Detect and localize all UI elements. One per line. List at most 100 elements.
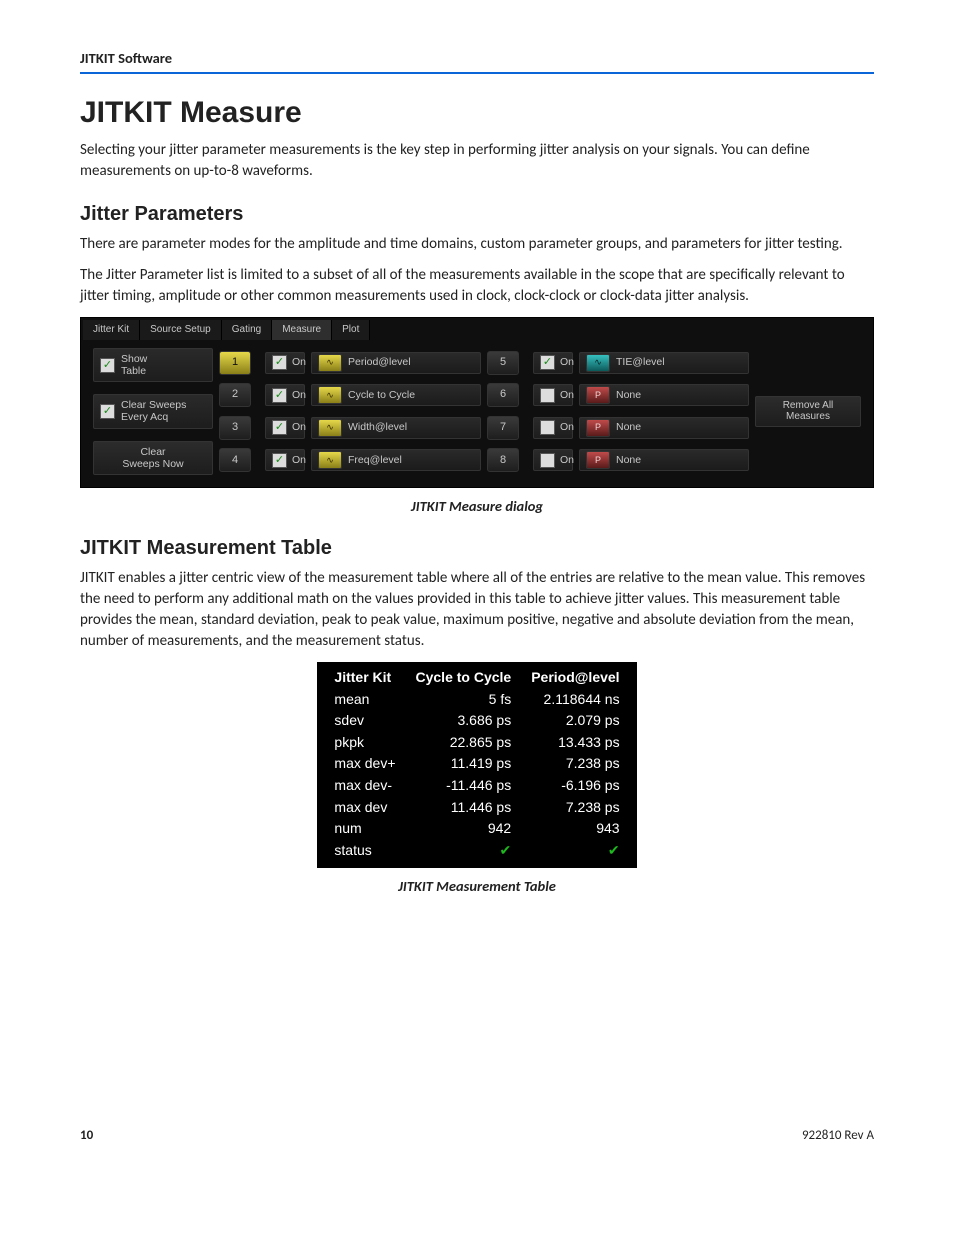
param-slot-3[interactable]: 3 bbox=[219, 416, 251, 440]
table-cell: 942 bbox=[406, 818, 522, 840]
param-label: Period@level bbox=[348, 355, 411, 370]
waveform-icon: ∿ bbox=[318, 419, 342, 437]
table-cell: 22.865 ps bbox=[406, 732, 522, 754]
param-on-toggle-5[interactable]: ✓ On bbox=[533, 352, 573, 374]
checkmark-icon bbox=[540, 388, 555, 403]
tab-jitter-kit[interactable]: Jitter Kit bbox=[83, 320, 140, 340]
remove-all-measures-button[interactable]: Remove All Measures bbox=[755, 396, 861, 427]
checkmark-icon: ✓ bbox=[272, 453, 287, 468]
row-label: status bbox=[324, 840, 405, 862]
table-cell: 2.079 ps bbox=[521, 710, 629, 732]
paragraph: The Jitter Parameter list is limited to … bbox=[80, 265, 874, 307]
tab-plot[interactable]: Plot bbox=[332, 320, 370, 340]
param-label: None bbox=[616, 453, 641, 468]
param-on-toggle-3[interactable]: ✓On bbox=[265, 417, 305, 439]
param-on-toggle-8[interactable]: On bbox=[533, 449, 573, 471]
row-label: sdev bbox=[324, 710, 405, 732]
param-slot-8[interactable]: 8 bbox=[487, 448, 519, 472]
figure-caption: JITKIT Measure dialog bbox=[80, 496, 874, 516]
param-label: Width@level bbox=[348, 420, 407, 435]
on-label: On bbox=[292, 453, 306, 468]
waveform-icon: P bbox=[586, 451, 610, 469]
figure-caption: JITKIT Measurement Table bbox=[80, 876, 874, 896]
clear-sweeps-every-acq-checkbox[interactable]: ✓ Clear Sweeps Every Acq bbox=[93, 394, 213, 428]
param-slot-2[interactable]: 2 bbox=[219, 383, 251, 407]
param-label: Freq@level bbox=[348, 453, 402, 468]
param-selector-5[interactable]: ∿TIE@level bbox=[579, 352, 749, 374]
table-cell: 11.419 ps bbox=[406, 753, 522, 775]
checkbox-label: Clear Sweeps Every Acq bbox=[121, 399, 186, 423]
table-cell: -6.196 ps bbox=[521, 775, 629, 797]
on-label: On bbox=[292, 420, 306, 435]
param-selector-8[interactable]: P None bbox=[579, 449, 749, 471]
jitkit-measure-dialog: Jitter KitSource SetupGatingMeasurePlot … bbox=[80, 317, 874, 487]
show-table-checkbox[interactable]: ✓ Show Table bbox=[93, 348, 213, 382]
param-label: Cycle to Cycle bbox=[348, 388, 415, 403]
table-header: Cycle to Cycle bbox=[406, 667, 522, 689]
row-label: max dev- bbox=[324, 775, 405, 797]
waveform-icon: ∿ bbox=[318, 451, 342, 469]
clear-sweeps-now-button[interactable]: Clear Sweeps Now bbox=[93, 441, 213, 475]
param-selector-2[interactable]: ∿ Cycle to Cycle bbox=[311, 384, 481, 406]
document-id: 922810 Rev A bbox=[802, 1127, 874, 1145]
waveform-icon: ∿ bbox=[318, 354, 342, 372]
table-cell: 13.433 ps bbox=[521, 732, 629, 754]
table-cell: 3.686 ps bbox=[406, 710, 522, 732]
waveform-icon: P bbox=[586, 386, 610, 404]
measurement-table: Jitter KitCycle to CyclePeriod@levelmean… bbox=[317, 662, 636, 868]
param-selector-3[interactable]: ∿ Width@level bbox=[311, 417, 481, 439]
param-slot-5[interactable]: 5 bbox=[487, 351, 519, 375]
param-on-toggle-7[interactable]: On bbox=[533, 417, 573, 439]
checkmark-icon bbox=[540, 453, 555, 468]
row-label: pkpk bbox=[324, 732, 405, 754]
tab-measure[interactable]: Measure bbox=[272, 320, 332, 340]
on-label: On bbox=[560, 420, 574, 435]
param-slot-1[interactable]: 1 bbox=[219, 351, 251, 375]
table-cell: 7.238 ps bbox=[521, 753, 629, 775]
checkmark-icon: ✓ bbox=[272, 355, 287, 370]
section-jitter-parameters: Jitter Parameters bbox=[80, 200, 874, 228]
param-on-toggle-1[interactable]: ✓ On bbox=[265, 352, 305, 374]
on-label: On bbox=[292, 355, 306, 370]
param-selector-4[interactable]: ∿ Freq@level bbox=[311, 449, 481, 471]
param-slot-4[interactable]: 4 bbox=[219, 448, 251, 472]
section-measurement-table: JITKIT Measurement Table bbox=[80, 534, 874, 562]
waveform-icon: ∿ bbox=[586, 354, 610, 372]
param-on-toggle-4[interactable]: ✓ On bbox=[265, 449, 305, 471]
page-number: 10 bbox=[80, 1127, 93, 1145]
running-head: JITKIT Software bbox=[80, 48, 874, 74]
param-slot-7[interactable]: 7 bbox=[487, 416, 519, 440]
table-cell: 5 fs bbox=[406, 689, 522, 711]
tab-bar: Jitter KitSource SetupGatingMeasurePlot bbox=[83, 320, 871, 340]
table-cell: 943 bbox=[521, 818, 629, 840]
tab-gating[interactable]: Gating bbox=[222, 320, 272, 340]
checkmark-icon: ✓ bbox=[100, 358, 115, 373]
param-selector-6[interactable]: PNone bbox=[579, 384, 749, 406]
checkmark-icon: ✓ bbox=[272, 388, 287, 403]
param-slot-6[interactable]: 6 bbox=[487, 383, 519, 407]
table-cell: -11.446 ps bbox=[406, 775, 522, 797]
checkbox-label: Show Table bbox=[121, 353, 147, 377]
param-selector-7[interactable]: PNone bbox=[579, 417, 749, 439]
param-selector-1[interactable]: ∿ Period@level bbox=[311, 352, 481, 374]
row-label: max dev bbox=[324, 797, 405, 819]
checkmark-icon bbox=[540, 420, 555, 435]
table-cell: 11.446 ps bbox=[406, 797, 522, 819]
param-on-toggle-6[interactable]: On bbox=[533, 384, 573, 406]
checkmark-icon: ✓ bbox=[540, 355, 555, 370]
page-footer: 10 922810 Rev A bbox=[80, 1127, 874, 1145]
page-title: JITKIT Measure bbox=[80, 92, 874, 134]
waveform-icon: ∿ bbox=[318, 386, 342, 404]
table-cell: 7.238 ps bbox=[521, 797, 629, 819]
status-ok-icon: ✔ bbox=[406, 840, 522, 862]
row-label: max dev+ bbox=[324, 753, 405, 775]
on-label: On bbox=[560, 355, 574, 370]
row-label: num bbox=[324, 818, 405, 840]
waveform-icon: P bbox=[586, 419, 610, 437]
checkmark-icon: ✓ bbox=[100, 404, 115, 419]
param-on-toggle-2[interactable]: ✓On bbox=[265, 384, 305, 406]
tab-source-setup[interactable]: Source Setup bbox=[140, 320, 222, 340]
intro-paragraph: Selecting your jitter parameter measurem… bbox=[80, 140, 874, 182]
on-label: On bbox=[560, 453, 574, 468]
paragraph: There are parameter modes for the amplit… bbox=[80, 234, 874, 255]
